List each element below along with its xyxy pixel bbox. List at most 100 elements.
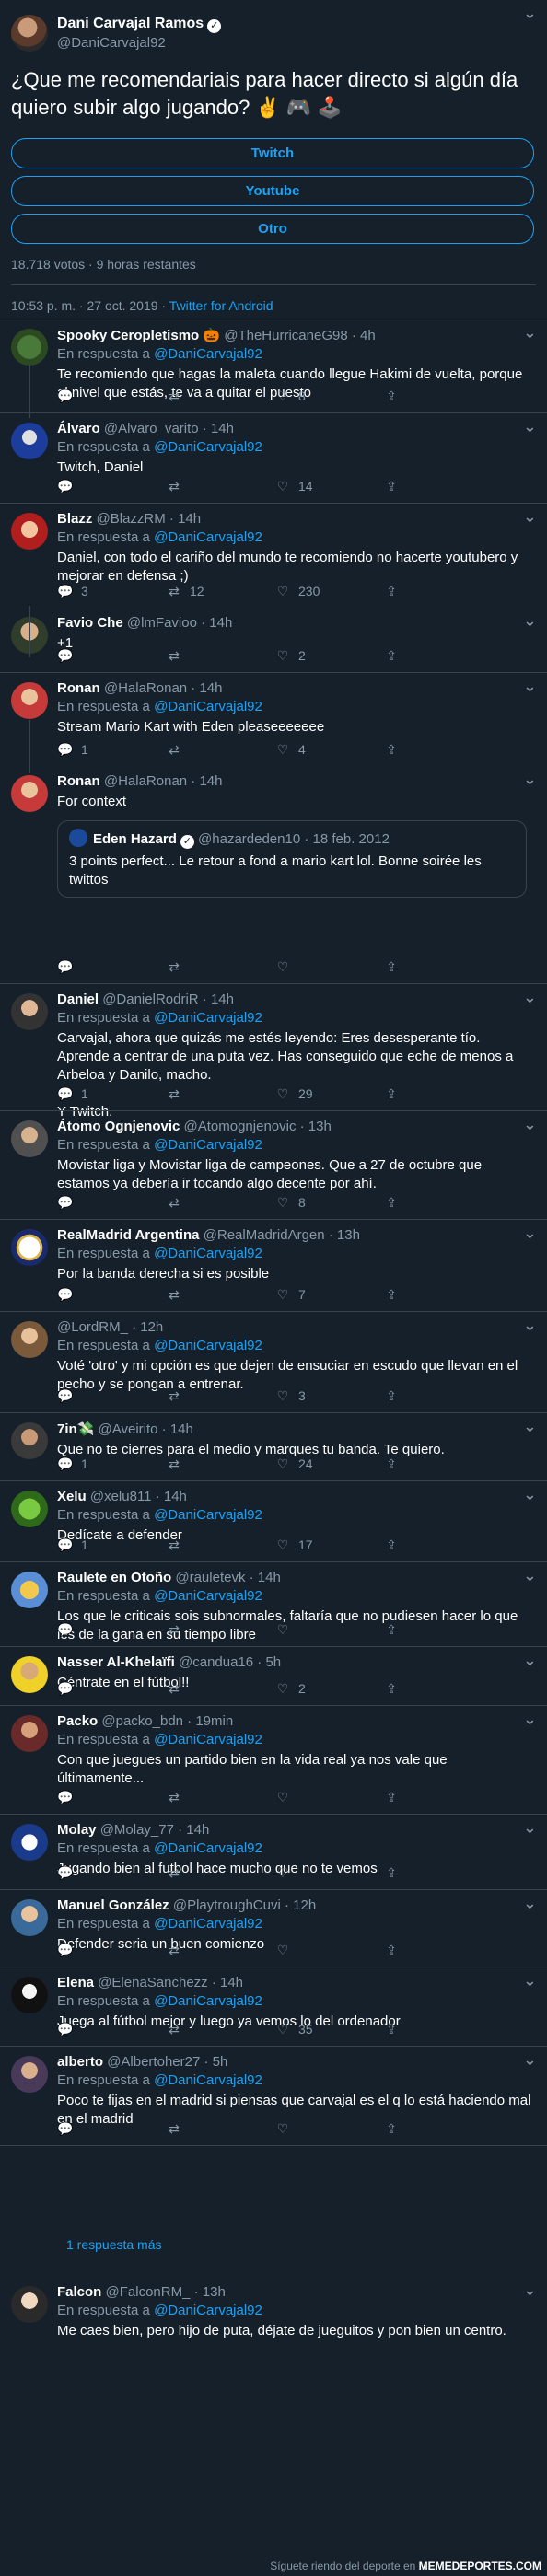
- reply-author-name[interactable]: Álvaro: [57, 421, 100, 436]
- reply-author-handle[interactable]: @xelu811 · 14h: [90, 1489, 187, 1504]
- retweet-button[interactable]: ⇄: [166, 479, 190, 494]
- retweet-button[interactable]: ⇄: [166, 1681, 190, 1697]
- reply-author-handle[interactable]: @Molay_77 · 14h: [100, 1822, 210, 1838]
- like-button[interactable]: ♡: [274, 959, 298, 975]
- mention-link[interactable]: @DaniCarvajal92: [154, 346, 262, 362]
- author-name[interactable]: Dani Carvajal Ramos: [57, 16, 204, 31]
- share-button[interactable]: ⇪: [383, 1537, 400, 1553]
- retweet-button[interactable]: ⇄: [166, 1790, 190, 1805]
- reply-author-name[interactable]: Raulete en Otoño: [57, 1570, 171, 1585]
- avatar[interactable]: [11, 1824, 48, 1861]
- reply-author-name[interactable]: Favio Che: [57, 615, 123, 631]
- like-button[interactable]: ♡ 8: [274, 389, 306, 404]
- avatar[interactable]: [11, 993, 48, 1030]
- reply-button[interactable]: 💬: [57, 2022, 81, 2037]
- more-replies-link[interactable]: 1 respuesta más: [66, 2237, 162, 2252]
- mention-link[interactable]: @DaniCarvajal92: [154, 1840, 262, 1856]
- reply-button[interactable]: 💬: [57, 1622, 81, 1638]
- reply-author-name[interactable]: Molay: [57, 1822, 97, 1838]
- reply-button[interactable]: 💬: [57, 389, 81, 404]
- reply-author-name[interactable]: Xelu: [57, 1489, 87, 1504]
- reply-author-name[interactable]: Spooky Ceropletismo 🎃: [57, 328, 220, 343]
- avatar[interactable]: [11, 1572, 48, 1608]
- like-button[interactable]: ♡: [274, 1622, 298, 1638]
- like-button[interactable]: ♡ 2: [274, 1681, 306, 1697]
- avatar[interactable]: [11, 1321, 48, 1358]
- mention-link[interactable]: @DaniCarvajal92: [154, 1588, 262, 1604]
- avatar[interactable]: [11, 1656, 48, 1693]
- retweet-button[interactable]: ⇄: [166, 2022, 190, 2037]
- reply-button[interactable]: 💬: [57, 648, 81, 664]
- avatar[interactable]: [11, 513, 48, 550]
- mention-link[interactable]: @DaniCarvajal92: [154, 1732, 262, 1747]
- reply-button[interactable]: 💬 3: [57, 584, 88, 599]
- like-button[interactable]: ♡ 24: [274, 1456, 313, 1472]
- mention-link[interactable]: @DaniCarvajal92: [154, 2303, 262, 2318]
- reply-author-handle[interactable]: @rauletevk · 14h: [175, 1570, 280, 1585]
- avatar[interactable]: [11, 329, 48, 366]
- reply-button[interactable]: 💬 1: [57, 742, 88, 758]
- share-button[interactable]: ⇪: [383, 479, 400, 494]
- reply-author-handle[interactable]: @Aveirito · 14h: [99, 1421, 193, 1437]
- mention-link[interactable]: @DaniCarvajal92: [154, 2072, 262, 2088]
- like-button[interactable]: ♡ 7: [274, 1287, 306, 1303]
- share-button[interactable]: ⇪: [383, 1388, 400, 1404]
- retweet-button[interactable]: ⇄: [166, 2121, 190, 2137]
- author-handle[interactable]: @DaniCarvajal92: [57, 35, 221, 51]
- like-button[interactable]: ♡ 35: [274, 2022, 313, 2037]
- like-button[interactable]: ♡ 29: [274, 1086, 313, 1102]
- reply-button[interactable]: 💬 1: [57, 1086, 88, 1102]
- retweet-button[interactable]: ⇄: [166, 389, 190, 404]
- reply-author-name[interactable]: Manuel González: [57, 1897, 169, 1913]
- reply-author-name[interactable]: Nasser Al-Khelaïfi: [57, 1654, 175, 1670]
- share-button[interactable]: ⇪: [383, 1943, 400, 1958]
- share-button[interactable]: ⇪: [383, 648, 400, 664]
- mention-link[interactable]: @DaniCarvajal92: [154, 1010, 262, 1026]
- reply-author-name[interactable]: Átomo Ognjenovic: [57, 1119, 180, 1134]
- avatar[interactable]: [11, 1899, 48, 1936]
- avatar[interactable]: [11, 2056, 48, 2093]
- reply-author-handle[interactable]: @candua16 · 5h: [179, 1654, 281, 1670]
- share-button[interactable]: ⇪: [383, 2022, 400, 2037]
- retweet-button[interactable]: ⇄: [166, 1943, 190, 1958]
- like-button[interactable]: ♡ 4: [274, 742, 306, 758]
- reply-button[interactable]: 💬: [57, 959, 81, 975]
- reply-button[interactable]: 💬: [57, 2121, 81, 2137]
- reply-author-handle[interactable]: @Albertoher27 · 5h: [107, 2054, 227, 2070]
- reply-author-handle[interactable]: @TheHurricaneG98 · 4h: [224, 328, 375, 343]
- share-button[interactable]: ⇪: [383, 584, 400, 599]
- retweet-button[interactable]: ⇄: [166, 1287, 190, 1303]
- avatar[interactable]: [11, 1977, 48, 2013]
- mention-link[interactable]: @DaniCarvajal92: [154, 1507, 262, 1523]
- mention-link[interactable]: @DaniCarvajal92: [154, 439, 262, 455]
- reply-author-handle[interactable]: @ElenaSanchezz · 14h: [98, 1975, 243, 1990]
- share-button[interactable]: ⇪: [383, 959, 400, 975]
- mention-link[interactable]: @DaniCarvajal92: [154, 1916, 262, 1932]
- mention-link[interactable]: @DaniCarvajal92: [154, 1246, 262, 1261]
- reply-author-name[interactable]: Falcon: [57, 2284, 101, 2300]
- like-button[interactable]: ♡: [274, 1943, 298, 1958]
- avatar[interactable]: [11, 1715, 48, 1752]
- poll-option-twitch[interactable]: Twitch: [11, 138, 534, 168]
- reply-author-handle[interactable]: @DanielRodriR · 14h: [102, 992, 234, 1007]
- reply-author-handle[interactable]: @lmFavioo · 14h: [127, 615, 232, 631]
- share-button[interactable]: ⇪: [383, 1086, 400, 1102]
- retweet-button[interactable]: ⇄: [166, 1865, 190, 1881]
- reply-author-handle[interactable]: @RealMadridArgen · 13h: [204, 1227, 360, 1243]
- reply-button[interactable]: 💬: [57, 479, 81, 494]
- avatar[interactable]: [11, 1491, 48, 1527]
- retweet-button[interactable]: ⇄ 12: [166, 584, 204, 599]
- more-options-icon[interactable]: ⌄: [523, 4, 538, 23]
- reply-author-name[interactable]: Packo: [57, 1713, 98, 1729]
- poll-option-otro[interactable]: Otro: [11, 214, 534, 244]
- like-button[interactable]: ♡: [274, 2121, 298, 2137]
- avatar[interactable]: [11, 1422, 48, 1459]
- reply-author-handle[interactable]: @PlaytroughCuvi · 12h: [173, 1897, 316, 1913]
- share-button[interactable]: ⇪: [383, 742, 400, 758]
- avatar[interactable]: [11, 682, 48, 719]
- retweet-button[interactable]: ⇄: [166, 742, 190, 758]
- avatar[interactable]: [11, 423, 48, 459]
- avatar[interactable]: [11, 15, 48, 52]
- share-button[interactable]: ⇪: [383, 1195, 400, 1211]
- share-button[interactable]: ⇪: [383, 1287, 400, 1303]
